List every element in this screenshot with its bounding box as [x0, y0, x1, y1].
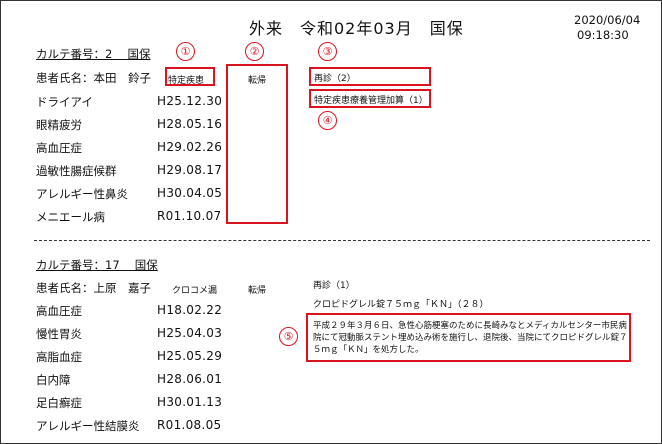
clinical-note: 平成２９年３月６日、急性心筋梗塞のために長崎みなとメディカルセンター市民病院にて… [313, 321, 628, 355]
highlight-box-2 [226, 64, 288, 224]
outcome-label-2: 転帰 [248, 286, 267, 296]
disease-date: H30.01.13 [157, 395, 223, 409]
marker-2: ② [245, 42, 264, 61]
revisit-2: 再診（1） [313, 281, 355, 291]
marker-3: ③ [318, 42, 337, 61]
marker-1: ① [176, 42, 195, 61]
disease-date: H28.06.01 [157, 372, 223, 386]
disease-date: H29.02.26 [157, 140, 223, 154]
specific-disease-label-2: クロコメ漏 [172, 286, 218, 296]
highlight-box-4 [309, 89, 431, 108]
chart-number-1: カルテ番号：2 国保 [36, 47, 151, 61]
page-title: 外来 令和02年03月 国保 [249, 19, 464, 38]
disease-name: アレルギー性結膜炎 [36, 419, 140, 433]
disease-date: R01.08.05 [157, 418, 222, 432]
disease-date: H29.08.17 [157, 163, 223, 177]
disease-name: メニエール病 [36, 210, 105, 224]
patient-name-2: 患者氏名：上原 嘉子 [36, 281, 151, 295]
print-date: 2020/06/04 [574, 13, 641, 27]
disease-name: 高血圧症 [36, 304, 82, 318]
disease-name: 白内障 [36, 373, 71, 387]
print-time: 09:18:30 [577, 28, 629, 42]
patient-name-1: 患者氏名：本田 鈴子 [36, 71, 151, 85]
disease-name: 眼精疲労 [36, 118, 82, 132]
disease-name: 高脂血症 [36, 350, 82, 364]
prescription-2: クロピドグレル錠７５ｍｇ「ＫＮ」（２８） [313, 300, 489, 310]
marker-4: ④ [318, 111, 337, 130]
section-separator [34, 240, 650, 241]
highlight-box-1 [165, 67, 215, 86]
disease-name: 過敏性腸症候群 [36, 164, 117, 178]
disease-date: H28.05.16 [157, 117, 223, 131]
disease-name: ドライアイ [36, 95, 93, 109]
disease-date: R01.10.07 [157, 209, 222, 223]
disease-name: 慢性胃炎 [36, 327, 82, 341]
highlight-box-3 [309, 67, 431, 86]
disease-date: H18.02.22 [157, 303, 223, 317]
chart-number-2: カルテ番号：17 国保 [36, 258, 158, 272]
disease-date: H25.05.29 [157, 349, 223, 363]
disease-name: 高血圧症 [36, 141, 82, 155]
disease-name: 足白癬症 [36, 396, 82, 410]
disease-name: アレルギー性鼻炎 [36, 187, 128, 201]
disease-date: H25.04.03 [157, 326, 223, 340]
marker-5: ⑤ [279, 327, 298, 346]
disease-date: H25.12.30 [157, 94, 223, 108]
disease-date: H30.04.05 [157, 186, 223, 200]
